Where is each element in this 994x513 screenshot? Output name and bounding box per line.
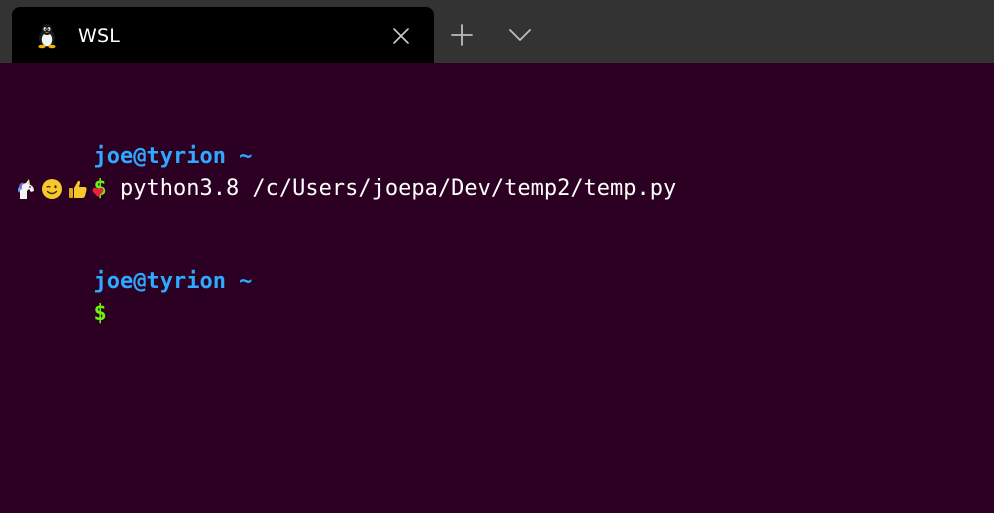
prompt-line: joe@tyrion ~ bbox=[14, 110, 252, 169]
prompt-line: joe@tyrion ~ bbox=[14, 235, 252, 294]
tab-title: WSL bbox=[78, 25, 121, 47]
prompt-dollar: $ bbox=[93, 301, 107, 326]
prompt-user-host: joe@tyrion ~ bbox=[93, 269, 253, 294]
winking-face-emoji bbox=[42, 179, 62, 199]
tab-bar: WSL bbox=[0, 0, 994, 63]
command-text: python3.8 /c/Users/joepa/Dev/temp2/temp.… bbox=[106, 176, 677, 201]
unicorn-emoji bbox=[18, 179, 34, 199]
terminal-window: WSL joe@tyrion ~ $ python3.8 /c/Users/jo… bbox=[0, 0, 994, 513]
thumbs-up-emoji bbox=[69, 180, 87, 198]
command-line: $ python3.8 /c/Users/joepa/Dev/temp2/tem… bbox=[14, 142, 676, 201]
close-icon[interactable] bbox=[390, 25, 412, 47]
heart-emoji bbox=[92, 187, 104, 197]
tab-wsl[interactable]: WSL bbox=[12, 7, 434, 63]
plus-icon[interactable] bbox=[448, 21, 476, 49]
command-output bbox=[14, 175, 106, 203]
linux-penguin-icon bbox=[38, 24, 56, 49]
chevron-down-icon[interactable] bbox=[506, 24, 534, 46]
terminal-pane[interactable]: joe@tyrion ~ $ python3.8 /c/Users/joepa/… bbox=[0, 63, 994, 513]
command-line: $ bbox=[14, 267, 106, 326]
